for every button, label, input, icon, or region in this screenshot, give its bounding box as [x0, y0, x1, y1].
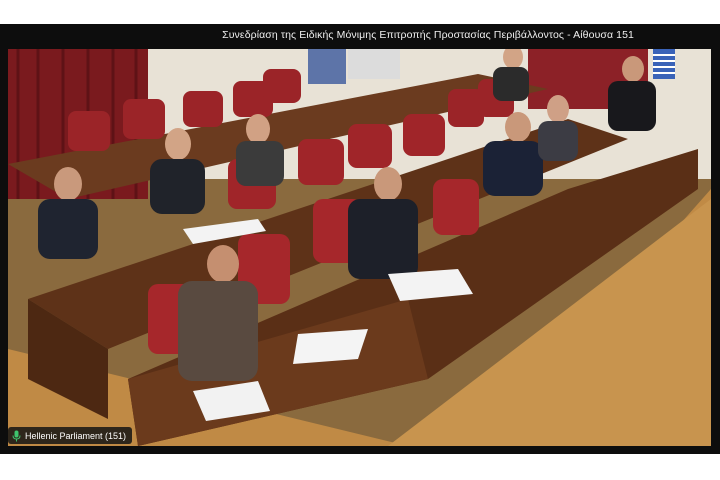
channel-badge: Hellenic Parliament (151): [8, 427, 133, 444]
video-player[interactable]: Συνεδρίαση της Ειδικής Μόνιμης Επιτροπής…: [0, 24, 720, 454]
video-frame[interactable]: [8, 49, 711, 446]
channel-label: Hellenic Parliament (151): [25, 430, 127, 441]
microphone-icon: [12, 430, 21, 441]
video-scene: [8, 49, 711, 446]
title-bar: Συνεδρίαση της Ειδικής Μόνιμης Επιτροπής…: [0, 24, 720, 46]
window-title: Συνεδρίαση της Ειδικής Μόνιμης Επιτροπής…: [222, 29, 634, 41]
flag: [653, 49, 675, 79]
